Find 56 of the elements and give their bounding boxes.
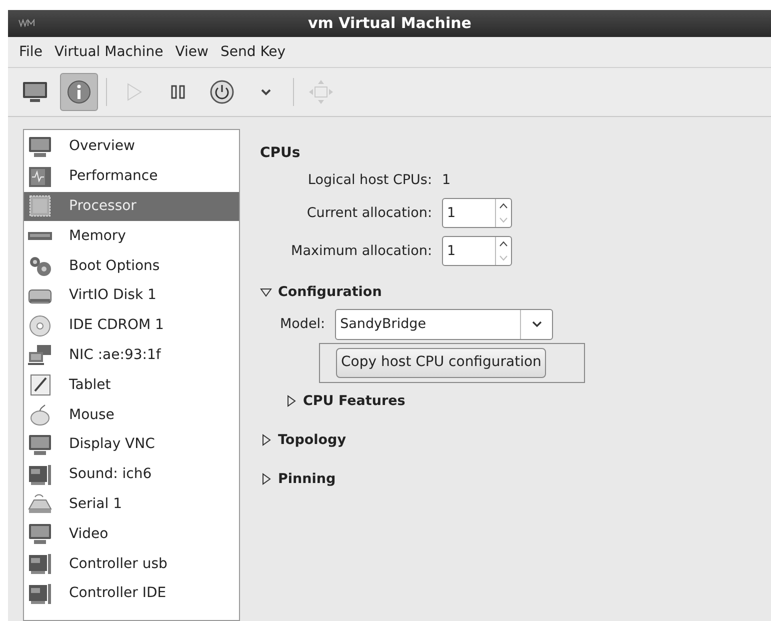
sidebar-item[interactable]: Boot Options xyxy=(24,251,239,281)
field-label: Model: xyxy=(280,314,326,334)
sidebar-item[interactable]: VirtIO Disk 1 xyxy=(24,280,239,311)
sidebar-item[interactable]: Memory xyxy=(24,221,239,252)
menu-item[interactable]: View xyxy=(170,42,214,62)
sidebar-item[interactable]: Controller usb xyxy=(24,549,239,579)
sidebar-item[interactable]: Controller IDE xyxy=(24,578,239,609)
menu-item[interactable]: Virtual Machine xyxy=(49,42,168,62)
expander-label[interactable]: Configuration xyxy=(278,282,382,302)
monitor-icon xyxy=(27,136,53,158)
spin-field[interactable]: 1 xyxy=(442,236,512,266)
collapsed-triangle-icon[interactable] xyxy=(260,434,272,446)
spin-value: 1 xyxy=(446,242,457,262)
expansion-card-icon xyxy=(27,464,53,486)
info-icon[interactable] xyxy=(60,73,98,111)
expanded-triangle-icon[interactable] xyxy=(260,286,272,298)
collapsed-triangle-icon[interactable] xyxy=(260,473,272,486)
sidebar-item[interactable]: Tablet xyxy=(24,370,239,400)
sidebar-item[interactable]: Mouse xyxy=(24,400,239,430)
chart-icon xyxy=(27,166,53,188)
menu-item[interactable]: File xyxy=(14,42,48,62)
expansion-card-icon xyxy=(27,582,53,605)
section-heading: CPUs xyxy=(260,144,302,163)
spin-field[interactable]: 1 xyxy=(442,198,512,228)
sidebar-item[interactable]: Overview xyxy=(24,132,239,162)
expander-label[interactable]: Topology xyxy=(278,430,346,450)
menu-item[interactable]: Send Key xyxy=(215,42,291,62)
window-title: vm Virtual Machine xyxy=(308,13,472,34)
caret-icon xyxy=(530,319,543,329)
disc-icon xyxy=(27,314,53,337)
sidebar-item[interactable]: Serial 1 xyxy=(24,490,239,520)
expander-label[interactable]: Pinning xyxy=(278,469,336,490)
spin-value: 1 xyxy=(446,204,457,224)
network-icon xyxy=(27,344,53,366)
app-logo-icon xyxy=(18,19,36,27)
chip-icon xyxy=(27,195,53,218)
expander-label[interactable]: CPU Features xyxy=(303,390,406,411)
sidebar-item[interactable]: Processor xyxy=(24,192,239,222)
copy-host-cpu-button[interactable]: Copy host CPU configuration xyxy=(336,348,546,378)
model-dropdown[interactable]: SandyBridge xyxy=(335,308,554,340)
gears-icon xyxy=(27,255,53,278)
monitor-icon xyxy=(27,434,53,456)
collapsed-triangle-icon[interactable] xyxy=(285,394,297,407)
sidebar-item[interactable]: Sound: ich6 xyxy=(24,460,239,490)
field-label: Current allocation: xyxy=(306,204,433,224)
serial-plug-icon xyxy=(27,493,53,516)
field-label: Logical host CPUs: xyxy=(306,171,433,190)
sidebar-item[interactable]: Display VNC xyxy=(24,430,239,460)
field-value: 1 xyxy=(442,171,452,190)
sidebar-item[interactable]: NIC :ae:93:1f xyxy=(24,340,239,370)
monitor-icon xyxy=(27,523,53,546)
field-label: Maximum allocation: xyxy=(290,242,433,262)
sidebar-item[interactable]: IDE CDROM 1 xyxy=(24,310,239,341)
sidebar-item[interactable]: Performance xyxy=(24,162,239,192)
sidebar-item[interactable]: Video xyxy=(24,519,239,550)
expansion-card-icon xyxy=(27,553,53,576)
